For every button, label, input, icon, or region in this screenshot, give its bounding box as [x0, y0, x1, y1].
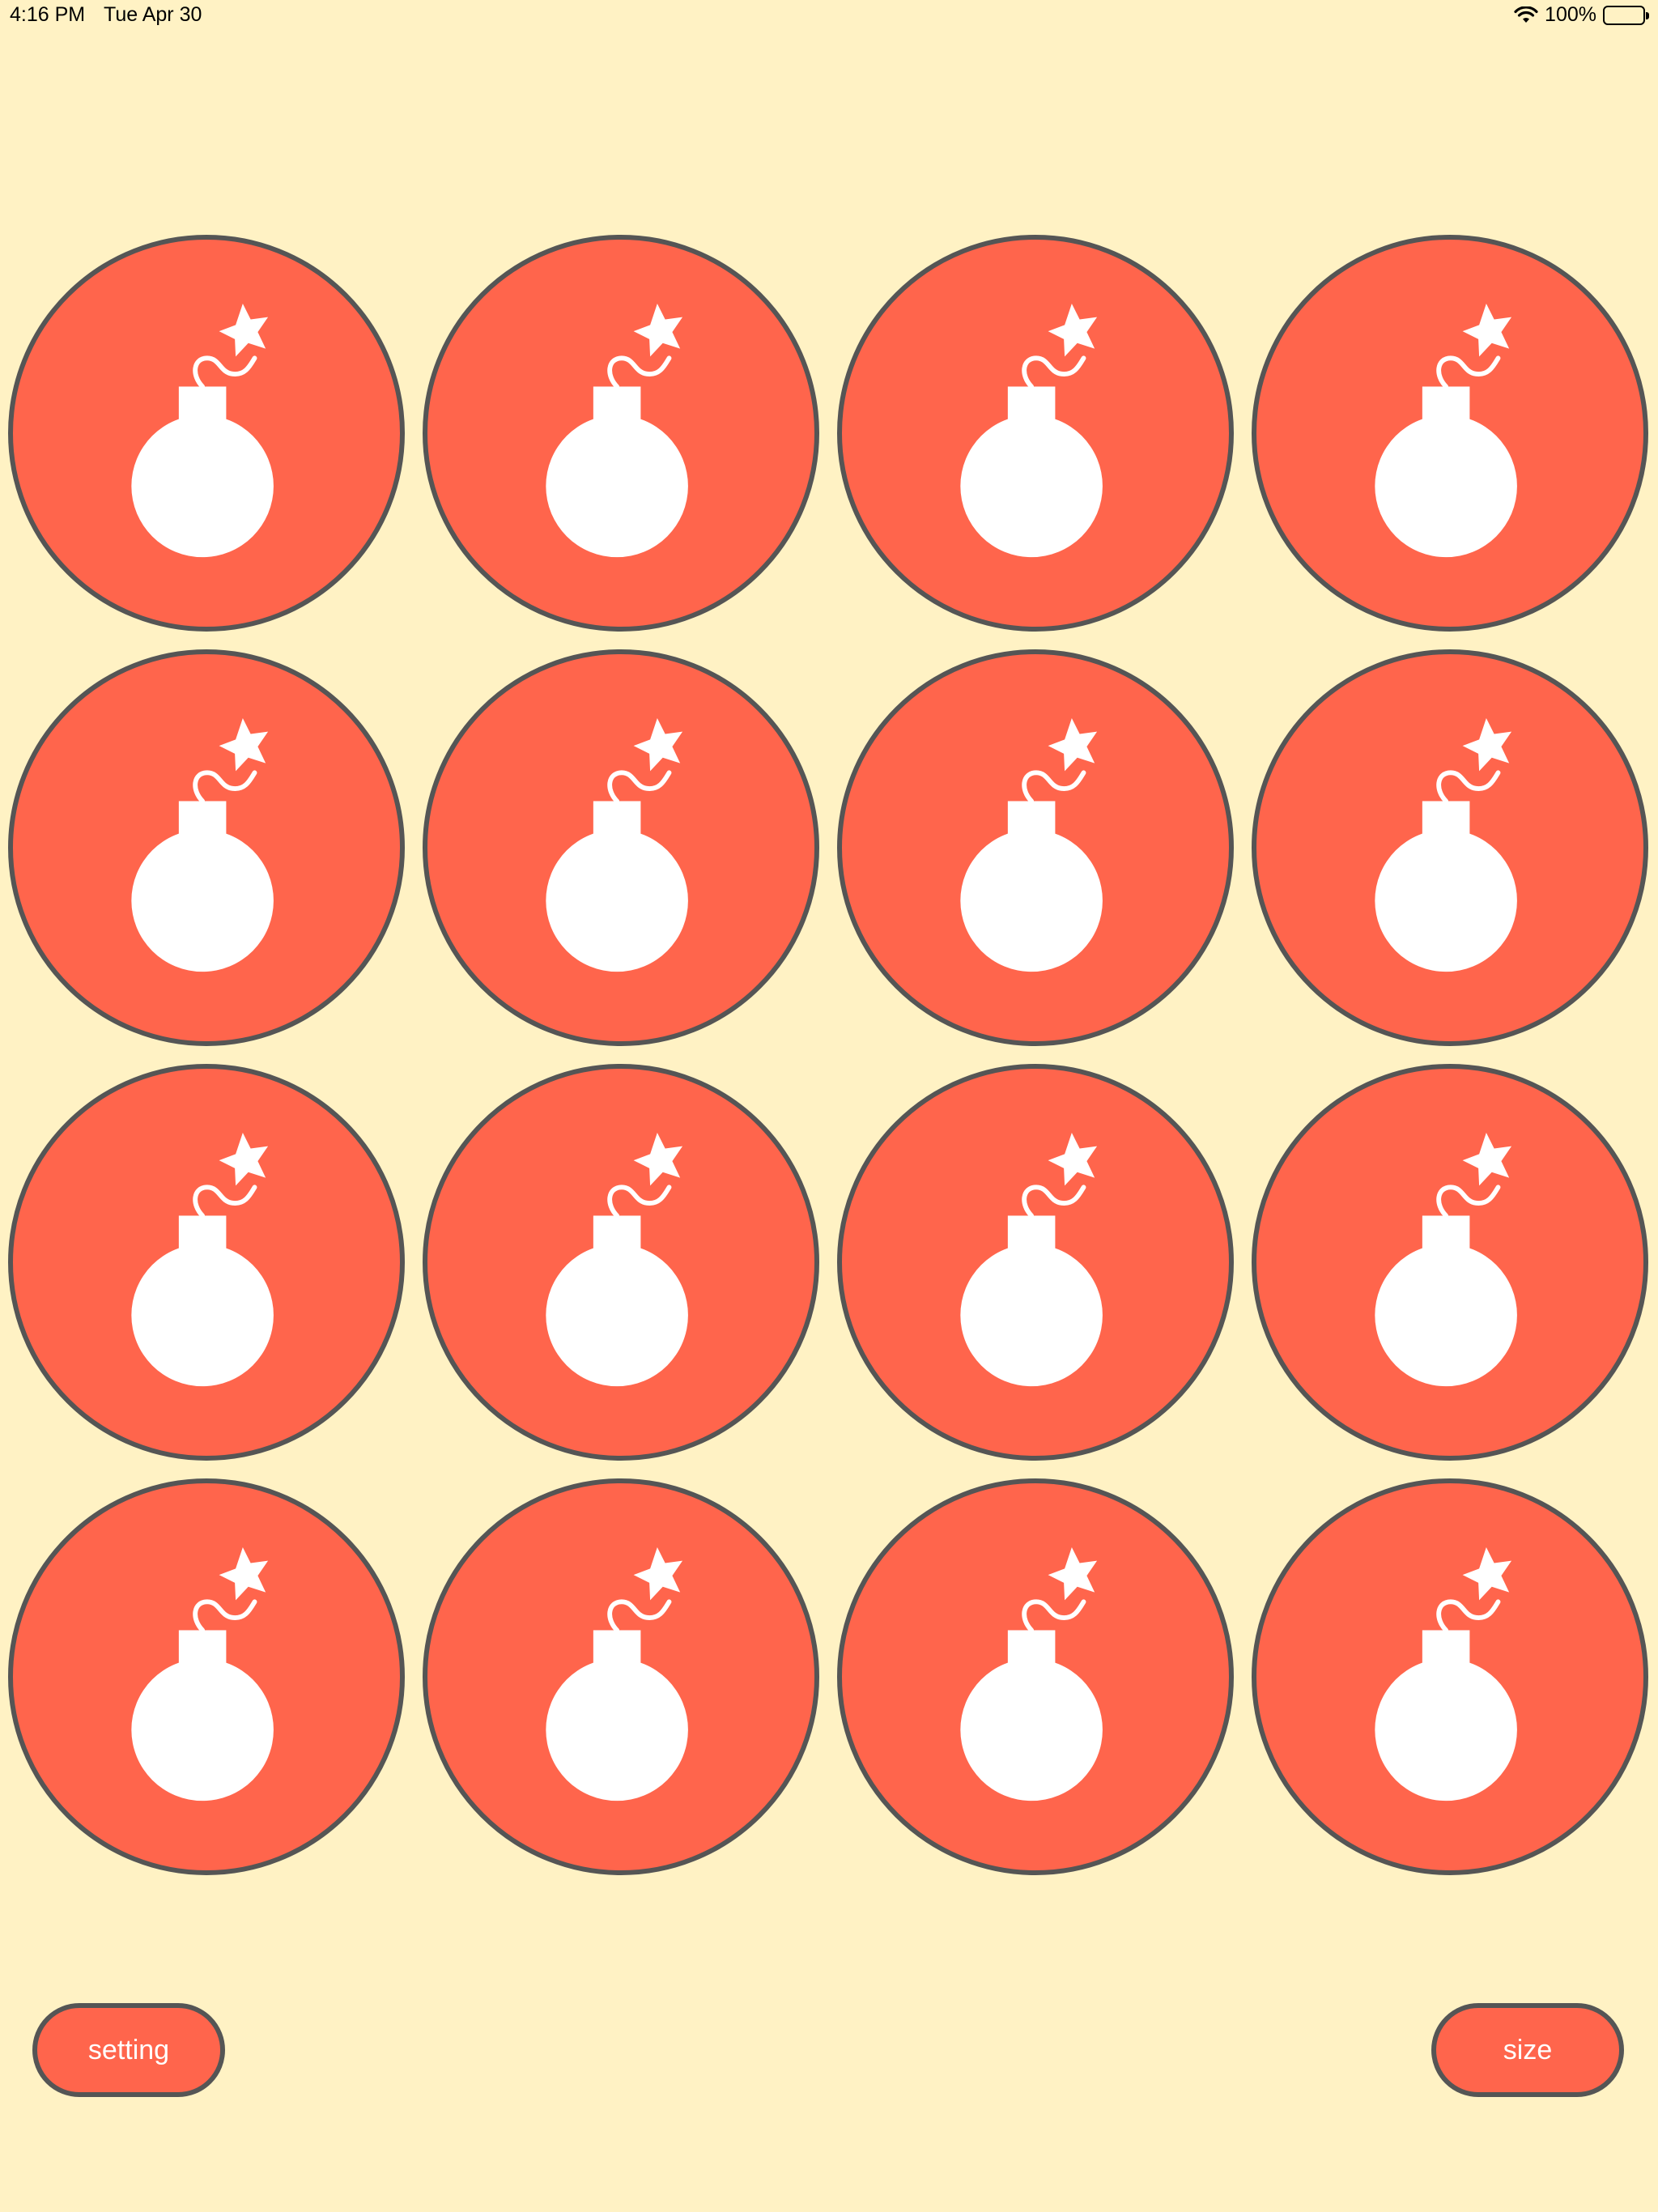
bomb-tile[interactable]: [423, 1478, 819, 1875]
bomb-tile[interactable]: [837, 1478, 1234, 1875]
battery-icon: [1603, 5, 1649, 25]
bomb-tile[interactable]: [423, 1064, 819, 1461]
bomb-tile[interactable]: [8, 1478, 405, 1875]
status-time: 4:16 PM: [10, 3, 86, 26]
bomb-tile[interactable]: [8, 235, 405, 632]
bomb-icon: [960, 718, 1103, 972]
bomb-icon: [546, 718, 688, 972]
bomb-tile[interactable]: [1252, 1064, 1648, 1461]
bomb-icon: [131, 304, 274, 558]
bomb-icon: [131, 718, 274, 972]
bomb-tile[interactable]: [1252, 649, 1648, 1046]
bomb-tile[interactable]: [837, 649, 1234, 1046]
bomb-icon: [960, 1547, 1103, 1802]
wifi-icon: [1514, 6, 1538, 24]
bomb-icon: [131, 1133, 274, 1387]
bomb-tile[interactable]: [423, 649, 819, 1046]
bomb-grid: [8, 235, 1650, 1875]
bomb-icon: [1375, 1133, 1517, 1387]
bomb-icon: [960, 1133, 1103, 1387]
status-bar: 4:16 PM Tue Apr 30 100%: [0, 0, 1658, 32]
bomb-icon: [1375, 1547, 1517, 1802]
bomb-tile[interactable]: [8, 1064, 405, 1461]
bomb-tile[interactable]: [1252, 1478, 1648, 1875]
bomb-icon: [960, 304, 1103, 558]
bomb-icon: [546, 1133, 688, 1387]
bomb-tile[interactable]: [423, 235, 819, 632]
bomb-icon: [546, 1547, 688, 1802]
bomb-icon: [1375, 304, 1517, 558]
bomb-icon: [1375, 718, 1517, 972]
bomb-tile[interactable]: [8, 649, 405, 1046]
size-button[interactable]: size: [1431, 2003, 1624, 2097]
bomb-tile[interactable]: [837, 235, 1234, 632]
bomb-icon: [131, 1547, 274, 1802]
setting-button[interactable]: setting: [32, 2003, 225, 2097]
status-right: 100%: [1514, 3, 1649, 27]
bomb-tile[interactable]: [1252, 235, 1648, 632]
status-date: Tue Apr 30: [104, 3, 202, 26]
battery-percentage: 100%: [1545, 3, 1596, 26]
bomb-icon: [546, 304, 688, 558]
bomb-tile[interactable]: [837, 1064, 1234, 1461]
